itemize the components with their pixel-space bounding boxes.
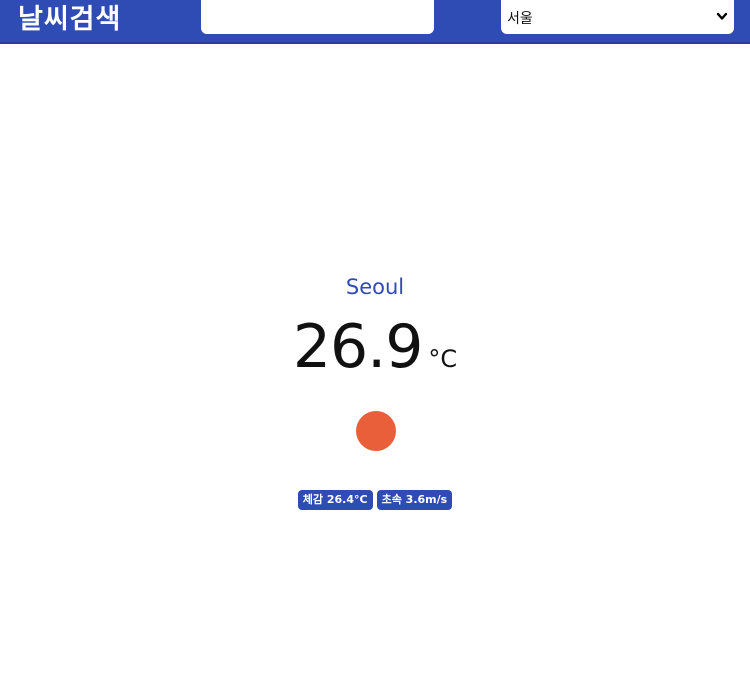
city-name: Seoul [345,275,405,299]
city-select[interactable]: 서울 [501,0,734,34]
sun-icon [356,411,396,451]
weather-details: 체감 26.4°C 초속 3.6m/s [0,490,750,510]
temperature-display: 26.9 °C [0,312,750,382]
city-select-value: 서울 [507,11,533,27]
wind-speed-badge: 초속 3.6m/s [376,490,453,510]
temperature-unit: °C [428,345,458,373]
chevron-down-icon [716,12,728,20]
header-bar: 날씨검색 서울 [0,0,750,44]
temperature-value: 26.9 [292,312,424,382]
search-input[interactable] [201,0,434,34]
app-title: 날씨검색 [18,4,122,35]
feels-like-badge: 체감 26.4°C [297,490,373,510]
